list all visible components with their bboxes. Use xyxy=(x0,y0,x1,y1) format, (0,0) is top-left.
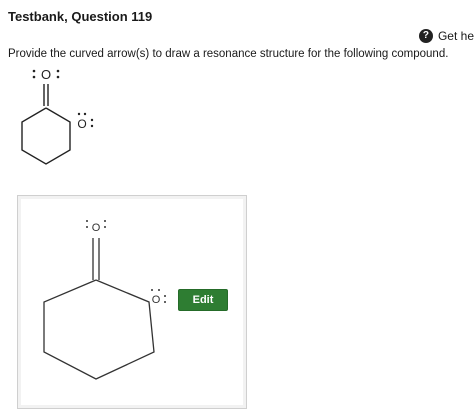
get-help-link[interactable]: ? Get he xyxy=(418,29,474,43)
carbonyl-oxygen-atom: O xyxy=(32,67,60,82)
panel-ring-oxygen-atom: O xyxy=(151,289,166,306)
get-help-label: Get he xyxy=(437,29,474,43)
question-title: Testbank, Question 119 xyxy=(8,9,153,24)
ring-oxygen-atom: O xyxy=(77,112,94,131)
reference-molecule: O O xyxy=(21,67,94,165)
svg-text:O: O xyxy=(41,67,51,82)
panel-carbonyl-oxygen-atom: O xyxy=(86,220,106,234)
question-circle-icon: ? xyxy=(418,29,433,43)
question-prompt: Provide the curved arrow(s) to draw a re… xyxy=(8,48,449,60)
svg-text:O: O xyxy=(92,222,101,234)
svg-text:O: O xyxy=(77,117,86,131)
svg-text:O: O xyxy=(152,294,161,306)
edit-button[interactable]: Edit xyxy=(178,289,228,311)
